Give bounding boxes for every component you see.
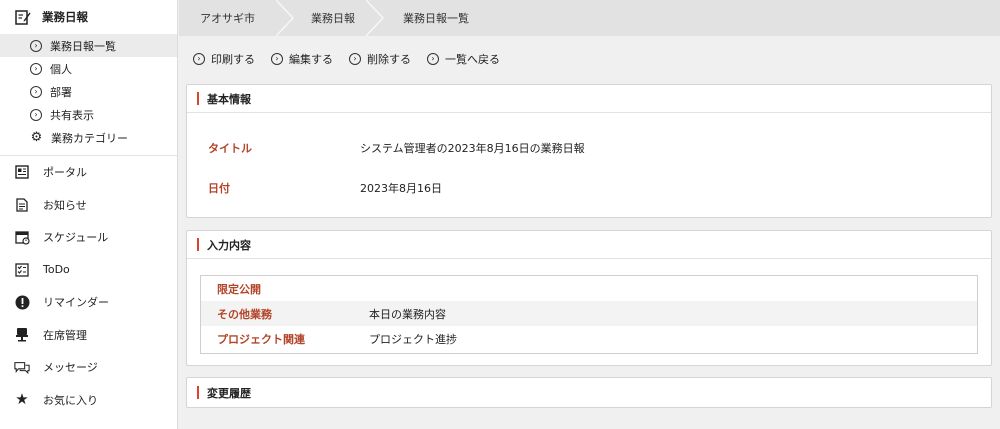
sidebar-item-label: メッセージ bbox=[43, 361, 98, 375]
sidebar-item-label: ToDo bbox=[43, 263, 70, 277]
circle-chevron-icon: › bbox=[193, 53, 205, 65]
input-content-panel: 入力内容 限定公開 その他業務 本日の業務内容 プロジェクト関連 プロジェクト進… bbox=[186, 230, 992, 366]
table-row: プロジェクト関連 プロジェクト進捗 bbox=[201, 326, 977, 351]
sidebar-item-personal[interactable]: › 個人 bbox=[0, 57, 177, 80]
star-icon: ★ bbox=[15, 390, 29, 409]
breadcrumb-label: 業務日報 bbox=[311, 12, 355, 25]
panel-title: 入力内容 bbox=[207, 238, 251, 252]
panel-accent-bar bbox=[197, 386, 199, 399]
print-button[interactable]: › 印刷する bbox=[193, 51, 255, 67]
input-content-table: 限定公開 その他業務 本日の業務内容 プロジェクト関連 プロジェクト進捗 bbox=[200, 275, 978, 354]
row-value: 本日の業務内容 bbox=[369, 307, 446, 321]
sidebar-item-label: お知らせ bbox=[43, 198, 87, 212]
breadcrumb-separator-icon bbox=[276, 0, 294, 36]
sidebar: 業務日報 › 業務日報一覧 › 個人 › 部署 › 共有表示 ⚙ 業務カテゴリー… bbox=[0, 0, 178, 429]
delete-button[interactable]: › 削除する bbox=[349, 51, 411, 67]
sidebar-item-label: 共有表示 bbox=[50, 108, 94, 122]
sidebar-item-label: 業務日報一覧 bbox=[50, 39, 116, 53]
title-value: システム管理者の2023年8月16日の業務日報 bbox=[360, 142, 585, 155]
circle-chevron-icon: › bbox=[30, 62, 42, 75]
row-label: その他業務 bbox=[217, 307, 272, 321]
table-row: 限定公開 bbox=[201, 276, 977, 301]
breadcrumb-item-city[interactable]: アオサギ市 bbox=[179, 0, 294, 36]
sidebar-item-report-list[interactable]: › 業務日報一覧 bbox=[0, 34, 177, 57]
print-button-label: 印刷する bbox=[211, 53, 255, 66]
circle-chevron-icon: › bbox=[30, 108, 42, 121]
sidebar-item-label: 在席管理 bbox=[43, 328, 87, 342]
breadcrumb-label: アオサギ市 bbox=[200, 12, 255, 25]
report-edit-icon bbox=[14, 8, 32, 26]
sidebar-item-todo[interactable]: ToDo bbox=[0, 254, 177, 287]
circle-chevron-icon: › bbox=[30, 85, 42, 98]
sidebar-item-notice[interactable]: お知らせ bbox=[0, 189, 177, 222]
circle-chevron-icon: › bbox=[30, 39, 42, 52]
sidebar-item-favorites[interactable]: ★ お気に入り bbox=[0, 384, 177, 417]
breadcrumb: アオサギ市 業務日報 業務日報一覧 bbox=[179, 0, 1000, 36]
breadcrumb-item-report-list[interactable]: 業務日報一覧 bbox=[384, 0, 469, 36]
sidebar-item-portal[interactable]: ポータル bbox=[0, 156, 177, 189]
sidebar-item-label: 個人 bbox=[50, 62, 72, 76]
panel-title: 基本情報 bbox=[207, 92, 251, 106]
back-to-list-button-label: 一覧へ戻る bbox=[445, 53, 500, 66]
sidebar-item-label: ポータル bbox=[43, 166, 87, 180]
sidebar-section-title: 業務日報 bbox=[42, 10, 88, 24]
panel-accent-bar bbox=[197, 92, 199, 105]
edit-button[interactable]: › 編集する bbox=[271, 51, 333, 67]
breadcrumb-separator-icon bbox=[366, 0, 384, 36]
portal-icon bbox=[14, 164, 30, 180]
sidebar-item-shared[interactable]: › 共有表示 bbox=[0, 103, 177, 126]
panel-header: 変更履歴 bbox=[187, 378, 991, 407]
date-label: 日付 bbox=[208, 182, 230, 195]
checklist-icon bbox=[14, 262, 30, 278]
breadcrumb-label: 業務日報一覧 bbox=[403, 12, 469, 25]
table-row: その他業務 本日の業務内容 bbox=[201, 301, 977, 326]
sidebar-item-label: 業務カテゴリー bbox=[51, 131, 128, 145]
circle-chevron-icon: › bbox=[427, 53, 439, 65]
sidebar-item-department[interactable]: › 部署 bbox=[0, 80, 177, 103]
date-value: 2023年8月16日 bbox=[360, 182, 442, 195]
exclamation-icon bbox=[14, 294, 30, 310]
message-icon bbox=[14, 359, 30, 375]
row-label: 限定公開 bbox=[217, 282, 261, 296]
edit-button-label: 編集する bbox=[289, 53, 333, 66]
sidebar-item-schedule[interactable]: スケジュール bbox=[0, 221, 177, 254]
sidebar-item-label: お気に入り bbox=[43, 393, 98, 407]
sidebar-item-reminder[interactable]: リマインダー bbox=[0, 286, 177, 319]
seat-icon bbox=[14, 327, 30, 343]
back-to-list-button[interactable]: › 一覧へ戻る bbox=[427, 51, 500, 67]
gear-icon: ⚙ bbox=[30, 130, 43, 145]
sidebar-item-label: スケジュール bbox=[43, 231, 109, 245]
row-value: プロジェクト進捗 bbox=[369, 332, 457, 346]
title-label: タイトル bbox=[208, 142, 252, 155]
panel-header: 入力内容 bbox=[187, 231, 991, 259]
change-history-panel[interactable]: 変更履歴 bbox=[186, 377, 992, 408]
sidebar-item-label: 部署 bbox=[50, 85, 72, 99]
circle-chevron-icon: › bbox=[349, 53, 361, 65]
action-toolbar: › 印刷する › 編集する › 削除する › 一覧へ戻る bbox=[193, 51, 516, 67]
basic-info-panel: 基本情報 タイトル システム管理者の2023年8月16日の業務日報 日付 202… bbox=[186, 84, 992, 218]
circle-chevron-icon: › bbox=[271, 53, 283, 65]
sidebar-item-category[interactable]: ⚙ 業務カテゴリー bbox=[0, 126, 177, 149]
sidebar-section-header[interactable]: 業務日報 bbox=[0, 0, 177, 34]
row-label: プロジェクト関連 bbox=[217, 332, 305, 346]
sidebar-item-message[interactable]: メッセージ bbox=[0, 351, 177, 384]
sidebar-item-attendance[interactable]: 在席管理 bbox=[0, 319, 177, 352]
panel-title: 変更履歴 bbox=[207, 386, 251, 400]
breadcrumb-item-daily-report[interactable]: 業務日報 bbox=[294, 0, 384, 36]
notice-icon bbox=[14, 197, 30, 213]
panel-header: 基本情報 bbox=[187, 85, 991, 113]
sidebar-item-label: リマインダー bbox=[43, 296, 109, 310]
panel-accent-bar bbox=[197, 238, 199, 251]
calendar-icon bbox=[14, 229, 30, 245]
delete-button-label: 削除する bbox=[367, 53, 411, 66]
